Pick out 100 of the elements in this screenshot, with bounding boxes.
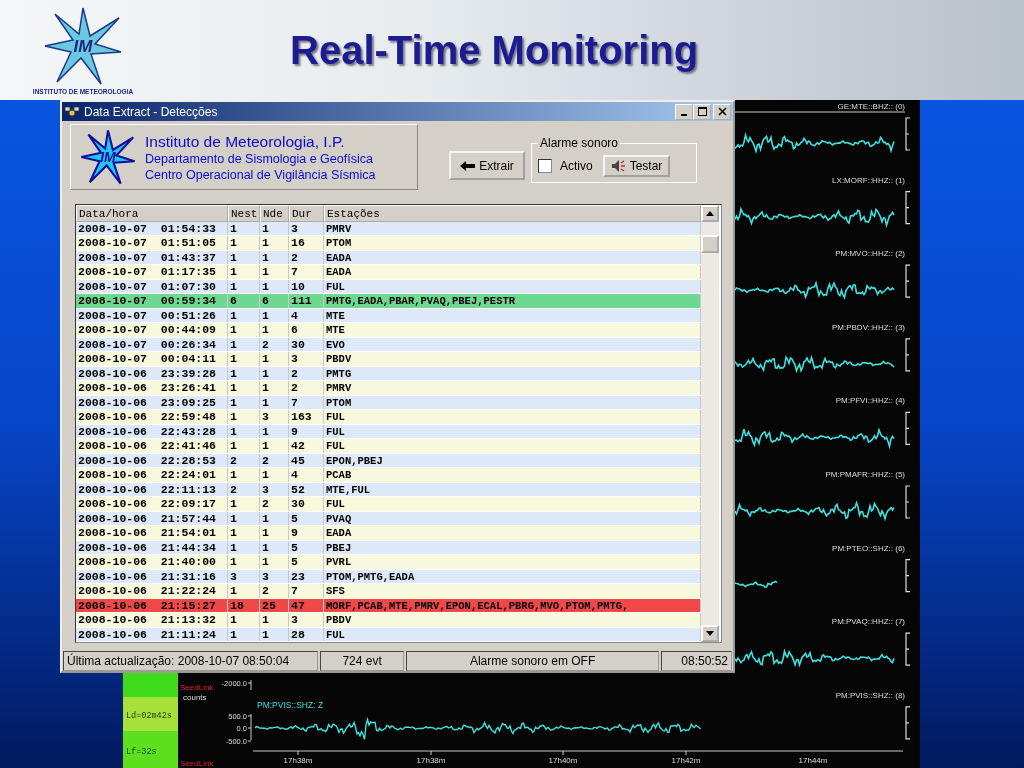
table-cell: 1 bbox=[228, 497, 260, 511]
table-row[interactable]: 2008-10-06 21:22:24 1 2 7 SFS bbox=[76, 584, 701, 599]
table-row[interactable]: 2008-10-07 01:51:05 1 1 16 PTOM bbox=[76, 236, 701, 251]
table-cell: 5 bbox=[289, 555, 324, 569]
scale-bracket bbox=[905, 338, 911, 372]
table-cell: 2 bbox=[289, 250, 324, 264]
table-row[interactable]: 2008-10-06 23:26:41 1 1 2 PMRV bbox=[76, 381, 701, 396]
column-header[interactable]: Data/hora bbox=[76, 204, 228, 222]
table-cell: 1 bbox=[228, 250, 260, 264]
table-row[interactable]: 2008-10-07 00:44:09 1 1 6 MTE bbox=[76, 323, 701, 338]
table-cell: 2 bbox=[260, 453, 289, 467]
table-cell: 2008-10-06 21:13:32 bbox=[76, 613, 228, 627]
table-cell: 2008-10-07 00:44:09 bbox=[76, 323, 228, 337]
maximize-button[interactable] bbox=[693, 103, 711, 120]
table-cell: 1 bbox=[260, 540, 289, 554]
table-cell: 1 bbox=[228, 540, 260, 554]
table-cell: 2008-10-07 01:17:35 bbox=[76, 265, 228, 279]
table-cell: 1 bbox=[228, 511, 260, 525]
table-cell: 1 bbox=[228, 366, 260, 380]
table-cell: 1 bbox=[228, 279, 260, 293]
window-title: Data Extract - Detecções bbox=[84, 104, 219, 119]
scroll-up-button[interactable] bbox=[701, 204, 719, 222]
table-cell: 3 bbox=[260, 410, 289, 424]
table-row[interactable]: 2008-10-06 21:40:00 1 1 5 PVRL bbox=[76, 555, 701, 570]
checkbox[interactable] bbox=[538, 159, 552, 174]
column-header[interactable]: Nde bbox=[260, 204, 289, 222]
time-label: 17h42m bbox=[671, 756, 701, 765]
extract-button[interactable]: Extrair bbox=[449, 151, 525, 181]
table-row[interactable]: 2008-10-06 22:09:17 1 2 30 FUL bbox=[76, 497, 701, 512]
down-arrow-icon bbox=[706, 631, 714, 636]
table-row[interactable]: 2008-10-07 00:59:34 6 6 111 PMTG,EADA,PBAR,PVAQ,PBEJ,PESTR bbox=[76, 294, 701, 309]
table-cell: 2008-10-07 01:54:33 bbox=[76, 221, 228, 235]
table-cell: 47 bbox=[289, 598, 324, 612]
table-cell: 1 bbox=[260, 236, 289, 250]
table-cell: 2008-10-06 21:22:24 bbox=[76, 584, 228, 598]
status-panel: 08:50:52 bbox=[661, 651, 732, 671]
close-button[interactable] bbox=[713, 103, 731, 120]
table-cell: 2008-10-07 01:51:05 bbox=[76, 236, 228, 250]
table-cell: 1 bbox=[228, 627, 260, 641]
table-row[interactable]: 2008-10-07 01:17:35 1 1 7 EADA bbox=[76, 265, 701, 280]
table-cell: 42 bbox=[289, 439, 324, 453]
scale-bracket bbox=[905, 191, 911, 225]
table-cell: 45 bbox=[289, 453, 324, 467]
table-row[interactable]: 2008-10-06 22:24:01 1 1 4 PCAB bbox=[76, 468, 701, 483]
table-cell: 30 bbox=[289, 337, 324, 351]
table-cell: 2 bbox=[228, 453, 260, 467]
slide-title: Real-Time Monitoring bbox=[290, 27, 699, 73]
source-label: SeedLink bbox=[180, 683, 214, 692]
channel-label: PM:PFVI::HHZ:: (4) bbox=[835, 396, 905, 406]
channel-label: PM:PBDV::HHZ:: (3) bbox=[831, 322, 905, 332]
units-label: counts bbox=[183, 693, 207, 702]
column-header[interactable]: Dur bbox=[289, 204, 324, 222]
table-cell: 9 bbox=[289, 424, 324, 438]
column-header[interactable]: Nest bbox=[228, 204, 260, 222]
table-cell: 3 bbox=[289, 221, 324, 235]
scroll-thumb[interactable] bbox=[701, 234, 719, 253]
table-cell: 23 bbox=[289, 569, 324, 583]
table-cell: 1 bbox=[260, 352, 289, 366]
table-cell: 1 bbox=[260, 555, 289, 569]
table-cell: 9 bbox=[289, 526, 324, 540]
table-cell: 2008-10-06 21:31:16 bbox=[76, 569, 228, 583]
scale-bracket bbox=[905, 559, 911, 593]
table-cell: 1 bbox=[260, 468, 289, 482]
table-cell: 1 bbox=[228, 221, 260, 235]
satellite-icon bbox=[64, 103, 80, 120]
scale-bracket bbox=[905, 264, 911, 298]
column-header[interactable]: Estações bbox=[324, 204, 701, 222]
minimize-button[interactable] bbox=[675, 103, 693, 120]
table-cell: 1 bbox=[228, 381, 260, 395]
scale-bracket bbox=[905, 411, 911, 445]
scroll-down-button[interactable] bbox=[701, 625, 719, 642]
table-cell: 1 bbox=[260, 511, 289, 525]
test-button[interactable]: Testar bbox=[602, 155, 671, 178]
scrollbar[interactable] bbox=[701, 204, 719, 642]
table-row[interactable]: 2008-10-06 22:59:48 1 3 163 FUL bbox=[76, 410, 701, 425]
table-cell: 1 bbox=[228, 236, 260, 250]
scale-bracket bbox=[905, 485, 911, 519]
table-cell: 2008-10-07 00:26:34 bbox=[76, 337, 228, 351]
up-arrow-icon bbox=[706, 210, 714, 216]
table-cell: 5 bbox=[289, 540, 324, 554]
table-cell: 25 bbox=[260, 598, 289, 612]
scale-bracket bbox=[905, 117, 911, 151]
active-checkbox[interactable]: Activo bbox=[538, 159, 593, 174]
close-icon bbox=[717, 107, 727, 117]
table-cell: 1 bbox=[228, 526, 260, 540]
table-cell: 18 bbox=[228, 598, 260, 612]
table-row[interactable]: 2008-10-06 21:54:01 1 1 9 EADA bbox=[76, 526, 701, 541]
table-cell: 1 bbox=[228, 395, 260, 409]
table-cell: 10 bbox=[289, 279, 324, 293]
table-cell: 1 bbox=[228, 410, 260, 424]
table-cell: 5 bbox=[289, 511, 324, 525]
table-cell: 2008-10-06 22:41:46 bbox=[76, 439, 228, 453]
time-label: 17h44m bbox=[798, 756, 828, 765]
table-cell: 1 bbox=[260, 526, 289, 540]
trace-label: PM:PVIS::SHZ: Z bbox=[257, 700, 324, 710]
table-row[interactable]: 2008-10-06 22:41:46 1 1 42 FUL bbox=[76, 439, 701, 454]
table-cell: 2008-10-06 22:28:53 bbox=[76, 453, 228, 467]
time-label: 17h38m bbox=[283, 756, 313, 765]
table-row[interactable]: 2008-10-07 00:04:11 1 1 3 PBDV bbox=[76, 352, 701, 367]
table-row[interactable]: 2008-10-06 21:13:32 1 1 3 PBDV bbox=[76, 613, 701, 628]
